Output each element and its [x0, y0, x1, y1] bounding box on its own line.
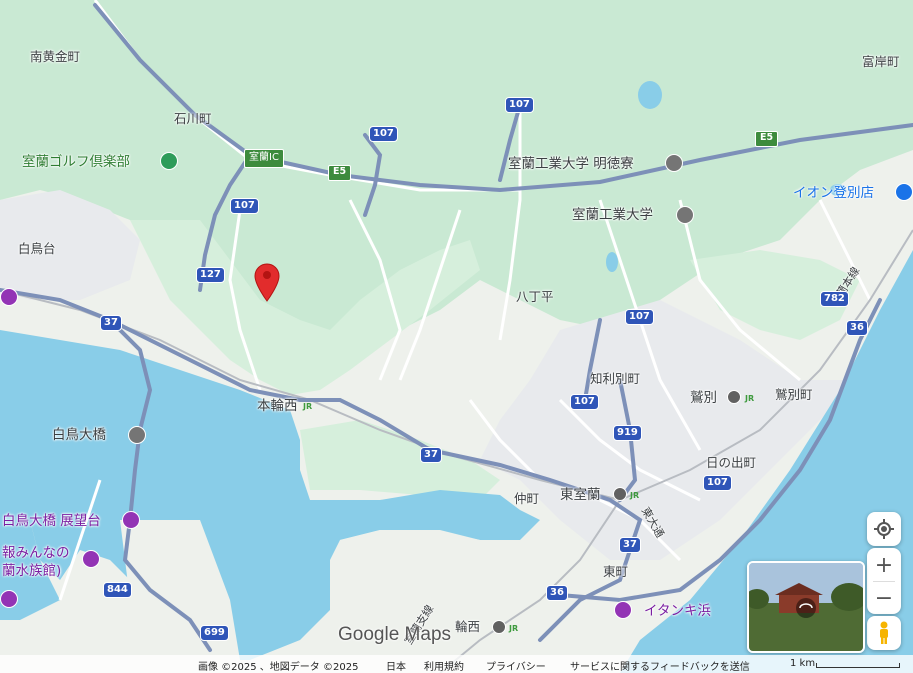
place-label[interactable]: 白鳥大橋: [52, 428, 106, 442]
place-label[interactable]: イタンキ浜: [644, 604, 711, 618]
route-shield: 37: [420, 447, 442, 463]
jr-icon: JR: [509, 624, 519, 633]
place-label[interactable]: 知利別町: [590, 372, 640, 386]
place-label[interactable]: 室蘭工業大学 明徳寮: [508, 157, 634, 171]
privacy-link[interactable]: プライバシー: [486, 658, 546, 673]
place-label[interactable]: 鷲別町: [775, 388, 813, 402]
route-shield: 36: [546, 585, 568, 601]
route-shield: 919: [613, 425, 642, 441]
poi-icon[interactable]: [0, 288, 18, 306]
place-label[interactable]: 白鳥大橋 展望台: [2, 514, 101, 528]
route-shield: 844: [103, 582, 132, 598]
place-label[interactable]: 室蘭ゴルフ倶楽部: [22, 155, 130, 169]
route-shield: 107: [369, 126, 398, 142]
train-icon[interactable]: [727, 390, 741, 404]
place-label[interactable]: 蘭水族館): [2, 564, 61, 578]
attribution-bar: 画像 ©2025 、地図データ ©2025 日本 利用規約 プライバシー サービ…: [0, 655, 913, 673]
street-view-thumbnail[interactable]: [747, 561, 865, 653]
expressway-shield: E5: [328, 165, 352, 181]
place-label[interactable]: 報みんなの: [2, 546, 70, 560]
route-shield: 107: [230, 198, 259, 214]
expressway-shield: E5: [755, 131, 779, 147]
route-shield: 782: [820, 291, 849, 307]
route-shield: 107: [505, 97, 534, 113]
viewpoint-icon[interactable]: [122, 511, 140, 529]
my-location-button[interactable]: [867, 512, 901, 546]
golf-icon[interactable]: [160, 152, 178, 170]
place-label[interactable]: 鷲別: [690, 391, 717, 405]
imagery-attribution: 画像 ©2025 、地図データ ©2025: [198, 662, 359, 673]
place-label[interactable]: 富岸町: [862, 55, 900, 69]
beach-icon[interactable]: [614, 601, 632, 619]
aquarium-icon[interactable]: [82, 550, 100, 568]
place-label[interactable]: 東室蘭: [560, 488, 601, 502]
rotate-360-icon: [796, 598, 816, 618]
map-canvas[interactable]: 南黄金町 石川町 室蘭ゴルフ倶楽部 白鳥台 本輪西 JR 白鳥大橋 白鳥大橋 展…: [0, 0, 913, 673]
zoom-in-button[interactable]: +: [867, 548, 901, 582]
jr-icon: JR: [303, 402, 313, 411]
route-shield: 37: [619, 537, 641, 553]
zoom-out-button[interactable]: −: [867, 581, 901, 615]
interchange-label[interactable]: 室蘭IC: [244, 149, 284, 168]
jr-icon: JR: [745, 394, 755, 403]
route-shield: 36: [846, 320, 868, 336]
google-maps-logo: Google Maps: [338, 624, 452, 645]
my-location-icon: [867, 512, 901, 546]
place-label[interactable]: 南黄金町: [30, 50, 80, 64]
place-label[interactable]: 日の出町: [706, 456, 756, 470]
place-label[interactable]: イオン登別店: [793, 186, 874, 200]
shopping-icon[interactable]: [895, 183, 913, 201]
poi-icon[interactable]: [0, 590, 18, 608]
place-label[interactable]: 八丁平: [516, 290, 554, 304]
scale-bar: [816, 663, 900, 668]
pegman-icon: [867, 616, 901, 650]
jr-icon: JR: [630, 491, 640, 500]
zoom-control: + −: [867, 548, 901, 614]
route-shield: 699: [200, 625, 229, 641]
place-label[interactable]: 室蘭工業大学: [572, 208, 653, 222]
place-label[interactable]: 白鳥台: [18, 242, 56, 256]
terms-link[interactable]: 利用規約: [424, 658, 464, 673]
pegman-button[interactable]: [867, 616, 901, 650]
route-shield: 107: [625, 309, 654, 325]
route-shield: 107: [570, 394, 599, 410]
university-icon[interactable]: [676, 206, 694, 224]
route-shield: 127: [196, 267, 225, 283]
dormitory-icon[interactable]: [665, 154, 683, 172]
place-label[interactable]: 石川町: [174, 112, 212, 126]
place-label[interactable]: 東町: [603, 565, 628, 579]
place-label[interactable]: 本輪西: [257, 399, 298, 413]
bridge-icon[interactable]: [128, 426, 146, 444]
train-icon[interactable]: [613, 487, 627, 501]
train-icon[interactable]: [492, 620, 506, 634]
place-label[interactable]: 輪西: [455, 620, 480, 634]
scale-label[interactable]: 1 km: [790, 658, 815, 669]
route-shield: 37: [100, 315, 122, 331]
feedback-link[interactable]: サービスに関するフィードバックを送信: [570, 658, 750, 673]
country-link[interactable]: 日本: [386, 658, 406, 673]
place-label[interactable]: 仲町: [514, 492, 539, 506]
route-shield: 107: [703, 475, 732, 491]
